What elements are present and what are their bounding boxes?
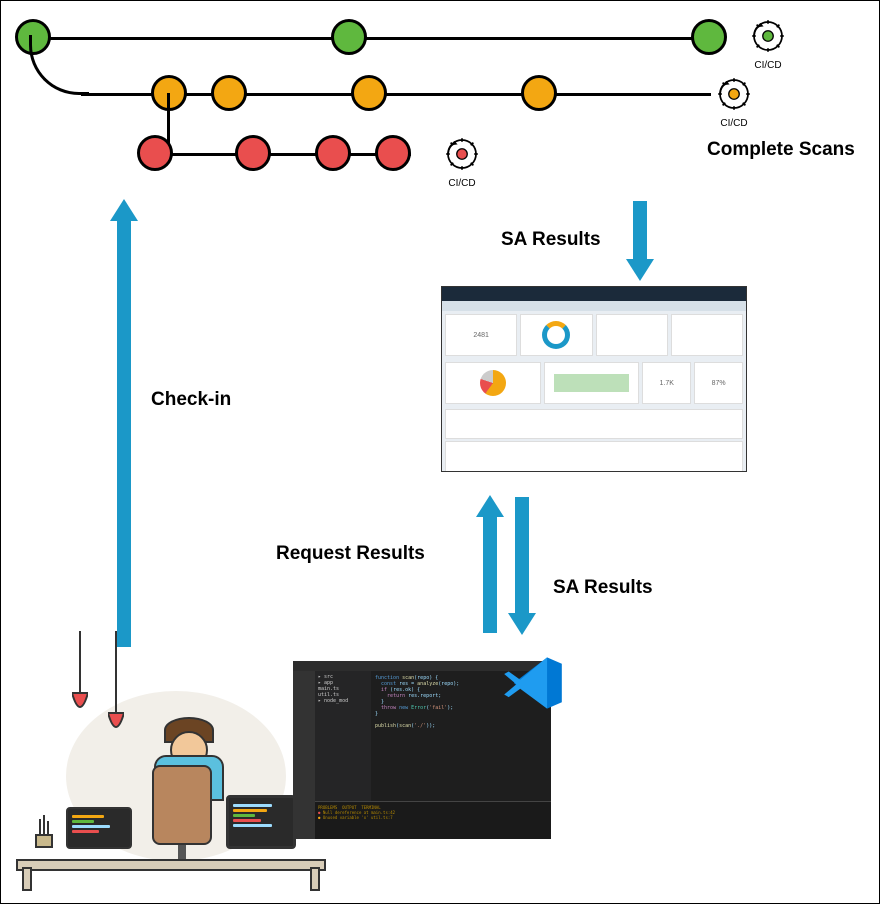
arrow-sa-top-stem	[633, 201, 647, 261]
metric-value: 2481	[473, 332, 489, 339]
commit-node-red	[375, 135, 411, 171]
cicd-gear-red: CI/CD	[441, 133, 483, 189]
gear-icon	[747, 15, 789, 57]
arrow-request-stem	[483, 515, 497, 633]
label-checkin: Check-in	[151, 389, 231, 411]
dashboard-thumbnail: 2481 1.7K 87%	[441, 286, 747, 472]
metric-card-trend	[544, 362, 640, 404]
label-complete-scans: Complete Scans	[707, 139, 855, 161]
dashboard-header	[442, 287, 746, 301]
branch-line-green	[31, 37, 711, 40]
metric-card-issues: 1.7K	[642, 362, 691, 404]
metric-card-tests	[596, 314, 668, 356]
metric-card-other	[671, 314, 743, 356]
plant-icon	[30, 813, 58, 849]
cicd-label: CI/CD	[441, 178, 483, 189]
developer-illustration	[16, 631, 326, 891]
gear-icon	[441, 133, 483, 175]
dashboard-table	[445, 441, 743, 472]
arrow-sa-bottom-head	[508, 613, 536, 635]
vscode-logo-icon	[501, 651, 565, 715]
commit-node-orange	[351, 75, 387, 111]
commit-node-orange	[211, 75, 247, 111]
ide-problems-panel: PROBLEMS OUTPUT TERMINAL● Null dereferen…	[315, 801, 551, 839]
pie-icon	[480, 370, 506, 396]
cicd-label: CI/CD	[713, 118, 755, 129]
arrow-checkin-head	[110, 199, 138, 221]
donut-icon	[542, 321, 570, 349]
label-sa-results-top: SA Results	[501, 229, 601, 251]
arrow-sa-top-head	[626, 259, 654, 281]
gear-icon	[713, 73, 755, 115]
metric-card-quality	[520, 314, 592, 356]
dashboard-trend-row	[445, 409, 743, 439]
laptop-icon	[66, 807, 132, 849]
metric-card-pie	[445, 362, 541, 404]
commit-node-green	[331, 19, 367, 55]
arrow-sa-bottom-stem	[515, 497, 529, 615]
metric-value: 87%	[712, 380, 726, 387]
monitor-icon	[226, 795, 296, 849]
cicd-gear-green: CI/CD	[747, 15, 789, 71]
arrow-request-head	[476, 495, 504, 517]
lamp-icon	[72, 631, 88, 721]
dashboard-tabs	[442, 301, 746, 311]
sparkline-icon	[554, 374, 629, 392]
commit-node-orange	[521, 75, 557, 111]
metric-value: 1.7K	[660, 380, 674, 387]
metric-card-violations: 2481	[445, 314, 517, 356]
dev-chair	[146, 765, 218, 861]
diagram-canvas: { "labels": { "checkin": "Check-in", "sa…	[1, 1, 879, 903]
arrow-checkin-stem	[117, 219, 131, 647]
desk-leg	[22, 867, 32, 891]
branch-line-red	[151, 153, 411, 156]
commit-node-red	[315, 135, 351, 171]
desk	[16, 859, 326, 871]
label-request-results: Request Results	[276, 543, 425, 565]
lamp-icon	[108, 631, 124, 741]
desk-leg	[310, 867, 320, 891]
commit-node-red	[137, 135, 173, 171]
commit-node-green	[691, 19, 727, 55]
cicd-gear-orange: CI/CD	[713, 73, 755, 129]
label-sa-results-bottom: SA Results	[553, 577, 653, 599]
commit-node-red	[235, 135, 271, 171]
cicd-label: CI/CD	[747, 60, 789, 71]
chair-back	[152, 765, 212, 845]
branch-curve	[29, 35, 89, 95]
metric-card-coverage: 87%	[694, 362, 743, 404]
